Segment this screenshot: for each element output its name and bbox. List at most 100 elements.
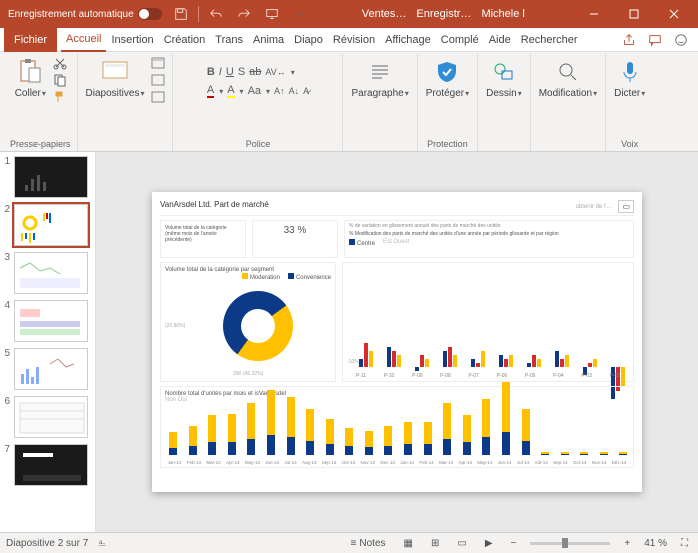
paragraph-icon <box>366 58 394 86</box>
underline-button[interactable]: U <box>226 66 234 78</box>
variation-header: % de variation en glissement annuel des … <box>344 220 634 258</box>
qat-more-icon[interactable] <box>287 1 313 27</box>
tab-transitions[interactable]: Trans <box>210 28 248 52</box>
ribbon: Coller Presse-papiers Diapositives <box>0 52 698 152</box>
saving-status: Enregistr… <box>416 8 471 20</box>
filename: Ventes… <box>362 8 407 20</box>
fit-button[interactable]: ⛶ <box>677 538 692 549</box>
thumb-2[interactable] <box>14 204 88 246</box>
thumb-7[interactable] <box>14 444 88 486</box>
slide-canvas[interactable]: VanArsdel Ltd. Part de marché obtenir de… <box>96 152 698 532</box>
tab-home[interactable]: Accueil <box>61 28 106 52</box>
shadow-button[interactable]: S <box>238 66 245 78</box>
comments-icon[interactable] <box>644 30 666 50</box>
kpi-percent: 33 % <box>252 220 338 258</box>
dictate-button[interactable]: Dicter <box>612 56 647 101</box>
format-painter-icon[interactable] <box>52 90 68 104</box>
editing-button[interactable]: Modification <box>537 56 599 101</box>
region-bar-chart: -10% P-11P-10P-09P-08P-07P-06P-05P-04P-0… <box>342 262 634 382</box>
toggle-icon <box>138 8 162 20</box>
thumb-4[interactable] <box>14 300 88 342</box>
autosave-toggle[interactable]: Enregistrement automatique <box>4 8 166 20</box>
font-group-label: Police <box>246 137 271 151</box>
slide-content: VanArsdel Ltd. Part de marché obtenir de… <box>152 192 642 492</box>
protect-button[interactable]: Protéger <box>424 56 471 101</box>
grow-font-button[interactable]: A↑ <box>274 86 285 96</box>
zoom-slider[interactable] <box>530 542 610 545</box>
tab-insert[interactable]: Insertion <box>106 28 158 52</box>
tab-slideshow[interactable]: Diapo <box>289 28 328 52</box>
notes-button[interactable]: ≡ Notes <box>347 538 390 549</box>
clipboard-group-label: Presse-papiers <box>10 137 71 151</box>
shield-icon <box>433 58 461 86</box>
drawing-button[interactable]: Dessin <box>484 56 524 101</box>
font-color-button[interactable]: A <box>207 84 214 98</box>
slide-thumbnails: 1 2 3 4 5 6 7 <box>0 152 96 532</box>
spacing-button[interactable]: AV↔ <box>265 67 285 77</box>
tab-view[interactable]: Affichage <box>380 28 436 52</box>
minimize-button[interactable] <box>574 0 614 28</box>
tab-file[interactable]: Fichier <box>4 28 57 52</box>
sorter-view-icon[interactable]: ⊞ <box>427 538 443 549</box>
tab-review[interactable]: Révision <box>328 28 380 52</box>
shapes-icon <box>490 58 518 86</box>
strike-button[interactable]: ab <box>249 66 261 78</box>
thumb-1[interactable] <box>14 156 88 198</box>
thumb-5[interactable] <box>14 348 88 390</box>
user-name[interactable]: Michele l <box>481 8 524 20</box>
obtain-link: obtenir de l'… <box>576 204 613 210</box>
layout-icon[interactable] <box>150 56 166 70</box>
monthly-bar-chart: Nombre total d'unités par mois et isVanA… <box>160 386 634 468</box>
save-icon[interactable] <box>168 1 194 27</box>
close-button[interactable] <box>654 0 694 28</box>
cut-icon[interactable] <box>52 56 68 70</box>
donut-chart: Volume total de la catégorie par segment… <box>160 262 336 382</box>
highlight-button[interactable]: A <box>227 84 234 98</box>
slideshow-icon[interactable] <box>259 1 285 27</box>
normal-view-icon[interactable]: ▦ <box>400 538 417 549</box>
undo-icon[interactable] <box>203 1 229 27</box>
share-icon[interactable] <box>618 30 640 50</box>
zoom-out-button[interactable]: − <box>507 538 521 549</box>
paste-button[interactable]: Coller <box>13 56 48 101</box>
clear-format-button[interactable]: A̷ <box>303 86 309 96</box>
clipboard-icon <box>16 58 44 86</box>
ribbon-tabs: Fichier Accueil Insertion Création Trans… <box>0 28 698 52</box>
find-icon <box>554 58 582 86</box>
tab-search[interactable]: Rechercher <box>516 28 583 52</box>
kpi-volume: Volume total de la catégorie (même mois … <box>160 220 246 258</box>
slide-title: VanArsdel Ltd. Part de marché <box>160 200 269 213</box>
redo-icon[interactable] <box>231 1 257 27</box>
comment-icon: ▭ <box>618 200 634 213</box>
slide-counter: Diapositive 2 sur 7 <box>6 538 88 549</box>
new-slide-icon <box>101 58 129 86</box>
slides-button[interactable]: Diapositives <box>84 56 147 101</box>
language-icon[interactable]: ⎁ <box>98 538 106 549</box>
protection-group-label: Protection <box>427 137 468 151</box>
font-case-button[interactable]: Aa <box>248 85 261 97</box>
reading-view-icon[interactable]: ▭ <box>453 538 470 549</box>
maximize-button[interactable] <box>614 0 654 28</box>
tab-design[interactable]: Création <box>159 28 211 52</box>
mic-icon <box>616 58 644 86</box>
titlebar: Enregistrement automatique Ventes… Enreg… <box>0 0 698 28</box>
shrink-font-button[interactable]: A↓ <box>289 86 300 96</box>
section-icon[interactable] <box>150 90 166 104</box>
voice-group-label: Voix <box>621 137 638 151</box>
zoom-level: 41 % <box>644 538 667 549</box>
autosave-label: Enregistrement automatique <box>8 9 134 20</box>
tab-help[interactable]: Aide <box>484 28 516 52</box>
slideshow-view-icon[interactable]: ▶ <box>481 538 497 549</box>
reset-icon[interactable] <box>150 73 166 87</box>
copy-icon[interactable] <box>52 73 68 87</box>
thumb-3[interactable] <box>14 252 88 294</box>
bold-button[interactable]: B <box>207 66 215 78</box>
status-bar: Diapositive 2 sur 7 ⎁ ≡ Notes ▦ ⊞ ▭ ▶ − … <box>0 532 698 553</box>
zoom-in-button[interactable]: + <box>620 538 634 549</box>
tab-animations[interactable]: Anima <box>248 28 289 52</box>
thumb-6[interactable] <box>14 396 88 438</box>
paragraph-button[interactable]: Paragraphe <box>349 56 410 101</box>
italic-button[interactable]: I <box>219 66 222 78</box>
smiley-icon[interactable] <box>670 30 692 50</box>
tab-addins[interactable]: Complé <box>436 28 484 52</box>
